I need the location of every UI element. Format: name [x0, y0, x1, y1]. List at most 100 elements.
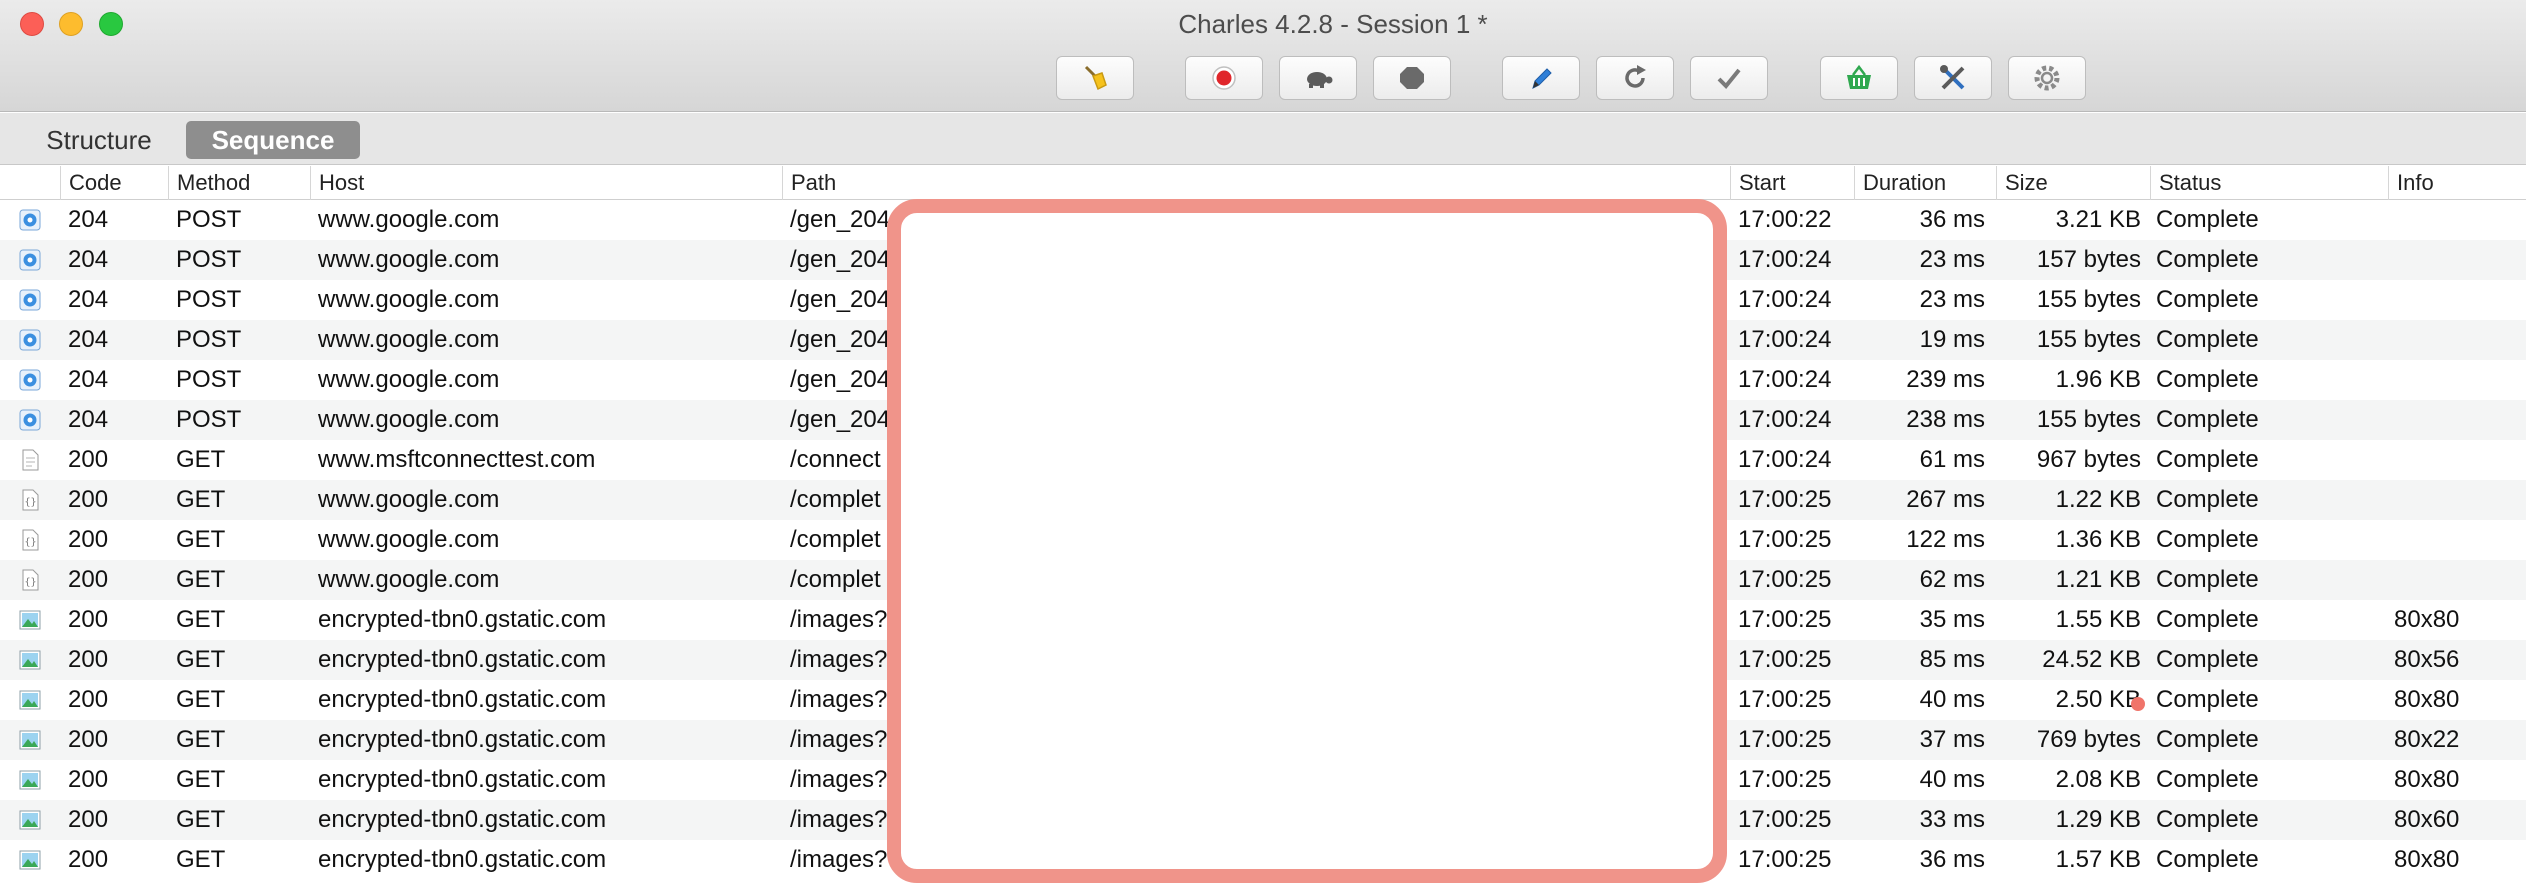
record-button[interactable] — [1185, 56, 1263, 100]
cell-status: Complete — [2156, 206, 2259, 233]
cell-size: 967 bytes — [2036, 446, 2141, 473]
cell-code: 200 — [68, 526, 109, 553]
shopping-basket-button[interactable] — [1820, 56, 1898, 100]
cell-code: 204 — [68, 406, 109, 433]
globe-icon — [18, 248, 42, 272]
cell-duration: 62 ms — [1919, 566, 1985, 593]
column-header-start[interactable]: Start — [1730, 166, 1854, 200]
cell-status: Complete — [2156, 246, 2259, 273]
repeat-button[interactable] — [1596, 56, 1674, 100]
image-icon — [18, 768, 42, 792]
image-icon — [18, 848, 42, 872]
compose-button[interactable] — [1502, 56, 1580, 100]
cell-host: encrypted-tbn0.gstatic.com — [318, 726, 607, 753]
globe-icon — [18, 208, 42, 232]
json-icon: {} — [18, 528, 42, 552]
cell-size: 2.50 KB — [2055, 686, 2141, 713]
validate-button[interactable] — [1690, 56, 1768, 100]
image-icon — [18, 688, 42, 712]
cell-method: POST — [176, 246, 242, 273]
cell-status: Complete — [2156, 566, 2259, 593]
cell-host: www.google.com — [318, 566, 500, 593]
column-header-path[interactable]: Path — [782, 166, 1730, 200]
cell-status: Complete — [2156, 286, 2259, 313]
cell-start: 17:00:25 — [1738, 646, 1832, 673]
cell-method: GET — [176, 446, 226, 473]
column-header-info[interactable]: Info — [2388, 166, 2526, 200]
cell-info: 80x56 — [2394, 646, 2460, 673]
cell-duration: 267 ms — [1906, 486, 1985, 513]
cell-start: 17:00:24 — [1738, 246, 1832, 273]
cell-code: 204 — [68, 326, 109, 353]
cell-code: 200 — [68, 606, 109, 633]
cell-start: 17:00:24 — [1738, 326, 1832, 353]
tab-structure[interactable]: Structure — [24, 121, 174, 159]
window-title: Charles 4.2.8 - Session 1 * — [1178, 9, 1488, 39]
charles-window: Charles 4.2.8 - Session 1 * Structure Se… — [0, 0, 2526, 884]
breakpoints-button[interactable] — [1373, 56, 1451, 100]
cell-duration: 19 ms — [1919, 326, 1985, 353]
column-header-duration[interactable]: Duration — [1854, 166, 1996, 200]
cell-info: 80x60 — [2394, 806, 2460, 833]
cell-host: encrypted-tbn0.gstatic.com — [318, 766, 607, 793]
cell-method: GET — [176, 606, 226, 633]
cell-info — [2394, 320, 2522, 360]
cell-start: 17:00:25 — [1738, 806, 1832, 833]
cell-duration: 239 ms — [1906, 366, 1985, 393]
cell-code: 204 — [68, 246, 109, 273]
cell-method: GET — [176, 486, 226, 513]
tools-icon — [1940, 65, 1965, 90]
cell-duration: 61 ms — [1919, 446, 1985, 473]
cell-duration: 33 ms — [1919, 806, 1985, 833]
cell-info — [2394, 480, 2522, 520]
cell-method: GET — [176, 566, 226, 593]
repeat-icon — [1625, 65, 1646, 88]
cell-status: Complete — [2156, 446, 2259, 473]
cell-method: GET — [176, 726, 226, 753]
column-header-size[interactable]: Size — [1996, 166, 2150, 200]
column-header-status[interactable]: Status — [2150, 166, 2388, 200]
cell-code: 200 — [68, 766, 109, 793]
cell-start: 17:00:24 — [1738, 286, 1832, 313]
basket-icon — [1847, 64, 1871, 89]
cell-method: GET — [176, 686, 226, 713]
throttle-button[interactable] — [1279, 56, 1357, 100]
column-header-host[interactable]: Host — [310, 166, 782, 200]
cell-size: 2.08 KB — [2055, 766, 2141, 793]
cell-host: encrypted-tbn0.gstatic.com — [318, 646, 607, 673]
cell-duration: 122 ms — [1906, 526, 1985, 553]
tools-button[interactable] — [1914, 56, 1992, 100]
cell-duration: 37 ms — [1919, 726, 1985, 753]
cell-host: encrypted-tbn0.gstatic.com — [318, 806, 607, 833]
cell-info — [2394, 400, 2522, 440]
cell-start: 17:00:25 — [1738, 486, 1832, 513]
turtle-icon — [1307, 72, 1333, 88]
cell-status: Complete — [2156, 366, 2259, 393]
column-header-method[interactable]: Method — [168, 166, 310, 200]
cell-info: 80x80 — [2394, 766, 2460, 793]
cell-code: 200 — [68, 566, 109, 593]
pen-icon — [1532, 68, 1552, 89]
cell-method: POST — [176, 286, 242, 313]
settings-button[interactable] — [2008, 56, 2086, 100]
cell-status: Complete — [2156, 726, 2259, 753]
cell-method: GET — [176, 646, 226, 673]
json-icon: {} — [18, 488, 42, 512]
cell-host: www.google.com — [318, 366, 500, 393]
cell-method: GET — [176, 526, 226, 553]
clear-session-button[interactable] — [1056, 56, 1134, 100]
cell-start: 17:00:25 — [1738, 726, 1832, 753]
cell-info — [2394, 360, 2522, 400]
cell-code: 200 — [68, 646, 109, 673]
cell-size: 155 bytes — [2036, 406, 2141, 433]
image-icon — [18, 648, 42, 672]
cell-info — [2394, 200, 2522, 240]
column-header-icon[interactable] — [0, 166, 60, 200]
redaction-box — [887, 199, 1727, 883]
column-header-code[interactable]: Code — [60, 166, 168, 200]
cell-start: 17:00:22 — [1738, 206, 1832, 233]
tab-sequence[interactable]: Sequence — [186, 121, 360, 159]
cell-info — [2394, 440, 2522, 480]
cell-host: www.google.com — [318, 206, 500, 233]
broom-icon — [1084, 65, 1107, 91]
